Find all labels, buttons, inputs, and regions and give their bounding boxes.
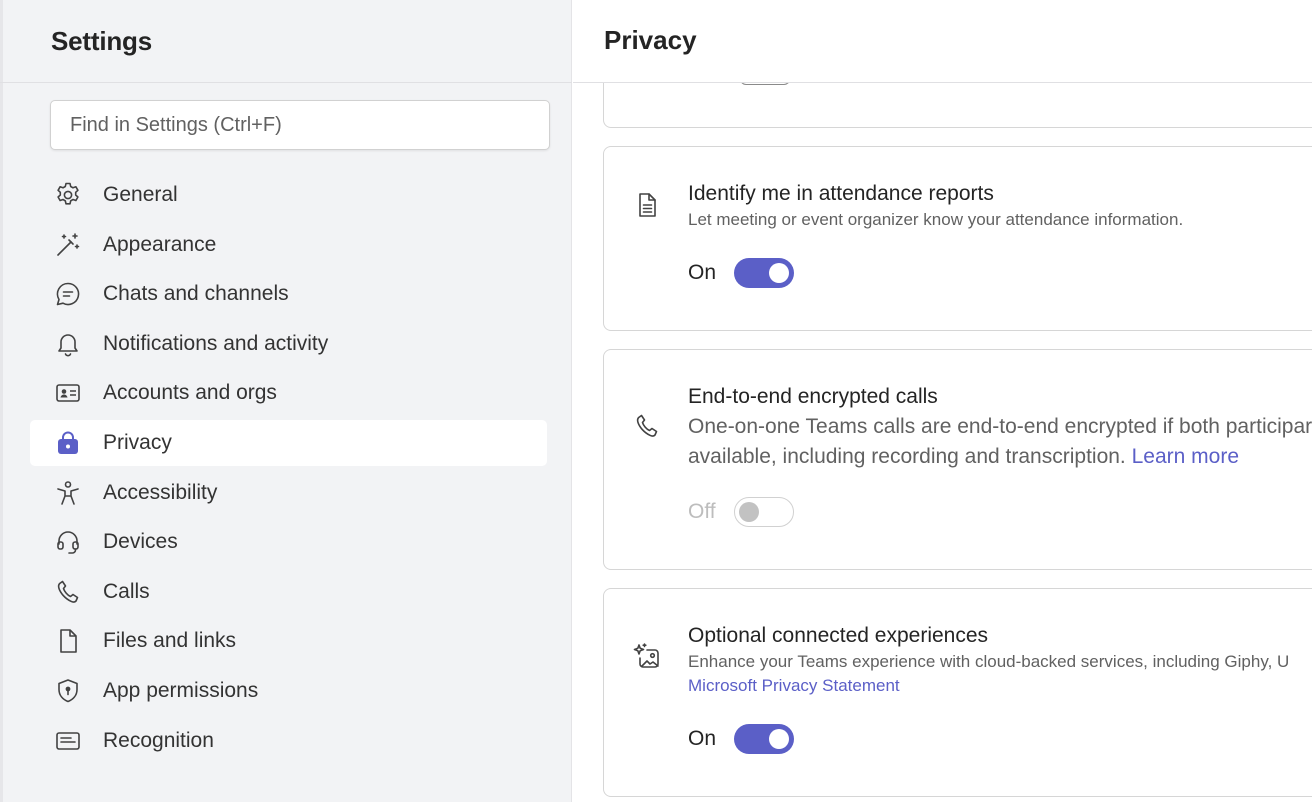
gear-icon	[54, 181, 82, 209]
page-title: Privacy	[604, 25, 697, 55]
sidebar-item-files[interactable]: Files and links	[30, 618, 547, 664]
sidebar-item-calls[interactable]: Calls	[30, 569, 547, 615]
sidebar-item-label: Chats and channels	[103, 282, 289, 306]
description-text: available, including recording and trans…	[688, 445, 1126, 468]
sidebar-item-chats[interactable]: Chats and channels	[30, 271, 547, 317]
headset-icon	[54, 528, 82, 556]
sidebar-item-label: Accessibility	[103, 480, 218, 504]
sidebar-item-label: Devices	[103, 530, 178, 554]
accessibility-icon	[54, 479, 82, 507]
setting-description-line2: available, including recording and trans…	[688, 442, 1239, 472]
connected-experiences-toggle[interactable]	[734, 724, 794, 754]
toggle-label: Off	[688, 500, 716, 523]
text-box-icon	[54, 727, 82, 755]
toggle-label: On	[688, 727, 717, 750]
setting-title: Optional connected experiences	[688, 624, 989, 647]
sidebar-item-recognition[interactable]: Recognition	[30, 718, 547, 764]
sidebar-item-accessibility[interactable]: Accessibility	[30, 470, 547, 516]
sidebar-item-label: Calls	[103, 579, 150, 603]
toggle-row: On	[688, 724, 794, 754]
privacy-statement-link[interactable]: Microsoft Privacy Statement	[688, 676, 900, 696]
toggle-knob	[769, 263, 789, 283]
phone-icon	[632, 411, 662, 441]
sidebar-item-label: Recognition	[103, 728, 214, 752]
attendance-toggle[interactable]	[734, 258, 794, 288]
sidebar-item-label: General	[103, 183, 178, 206]
lock-icon	[54, 429, 82, 457]
sidebar-item-privacy[interactable]: Privacy	[30, 419, 547, 466]
shield-icon	[54, 677, 82, 705]
sidebar-item-devices[interactable]: Devices	[30, 519, 547, 565]
magic-wand-icon	[54, 231, 82, 259]
sidebar-item-accounts[interactable]: Accounts and orgs	[30, 370, 547, 416]
main-header: Privacy	[573, 0, 1312, 83]
sidebar-item-notifications[interactable]: Notifications and activity	[30, 321, 547, 367]
sidebar-item-appearance[interactable]: Appearance	[30, 222, 547, 268]
settings-nav: General Appearance Chats and channels No…	[30, 172, 547, 767]
setting-card-connected-experiences: Optional connected experiences Enhance y…	[603, 588, 1312, 797]
sidebar-item-label: Notifications and activity	[103, 331, 329, 355]
sidebar-item-label: Files and links	[103, 629, 237, 653]
setting-description: Let meeting or event organizer know your…	[688, 210, 1184, 229]
sidebar-item-label: Accounts and orgs	[103, 381, 277, 405]
phone-icon	[54, 578, 82, 606]
sidebar-title: Settings	[51, 26, 152, 56]
encrypted-calls-toggle[interactable]	[734, 497, 794, 527]
privacy-panel: Privacy Identify me in attendance report…	[573, 0, 1312, 802]
setting-card-attendance: Identify me in attendance reports Let me…	[603, 146, 1312, 331]
bell-icon	[54, 330, 82, 358]
sidebar-item-label: Appearance	[103, 232, 217, 256]
sidebar-header: Settings	[0, 0, 572, 83]
sparkle-image-icon	[632, 641, 662, 671]
setting-title: End-to-end encrypted calls	[688, 385, 938, 408]
toggle-label: On	[688, 261, 717, 284]
sidebar-item-label: App permissions	[103, 678, 259, 702]
sidebar-edge	[0, 0, 3, 802]
contact-card-icon	[54, 379, 82, 407]
toggle-row: Off	[688, 497, 794, 527]
sidebar-item-app-permissions[interactable]: App permissions	[30, 668, 547, 714]
setting-title: Identify me in attendance reports	[688, 182, 994, 205]
document-text-icon	[632, 190, 662, 220]
sidebar-item-general[interactable]: General	[30, 172, 547, 218]
settings-search-input[interactable]	[50, 100, 550, 150]
setting-description: Enhance your Teams experience with cloud…	[688, 652, 1290, 671]
settings-sidebar: Settings General Appearance	[0, 0, 572, 802]
chat-bubble-icon	[54, 280, 82, 308]
toggle-row: On	[688, 258, 794, 288]
toggle-knob	[769, 729, 789, 749]
document-icon	[54, 627, 82, 655]
sidebar-item-label: Privacy	[103, 430, 172, 454]
learn-more-link[interactable]: Learn more	[1132, 445, 1239, 468]
setting-card-encrypted-calls: End-to-end encrypted calls One-on-one Te…	[603, 349, 1312, 570]
toggle-knob	[739, 502, 759, 522]
setting-description-line1: One-on-one Teams calls are end-to-end en…	[688, 415, 1312, 438]
